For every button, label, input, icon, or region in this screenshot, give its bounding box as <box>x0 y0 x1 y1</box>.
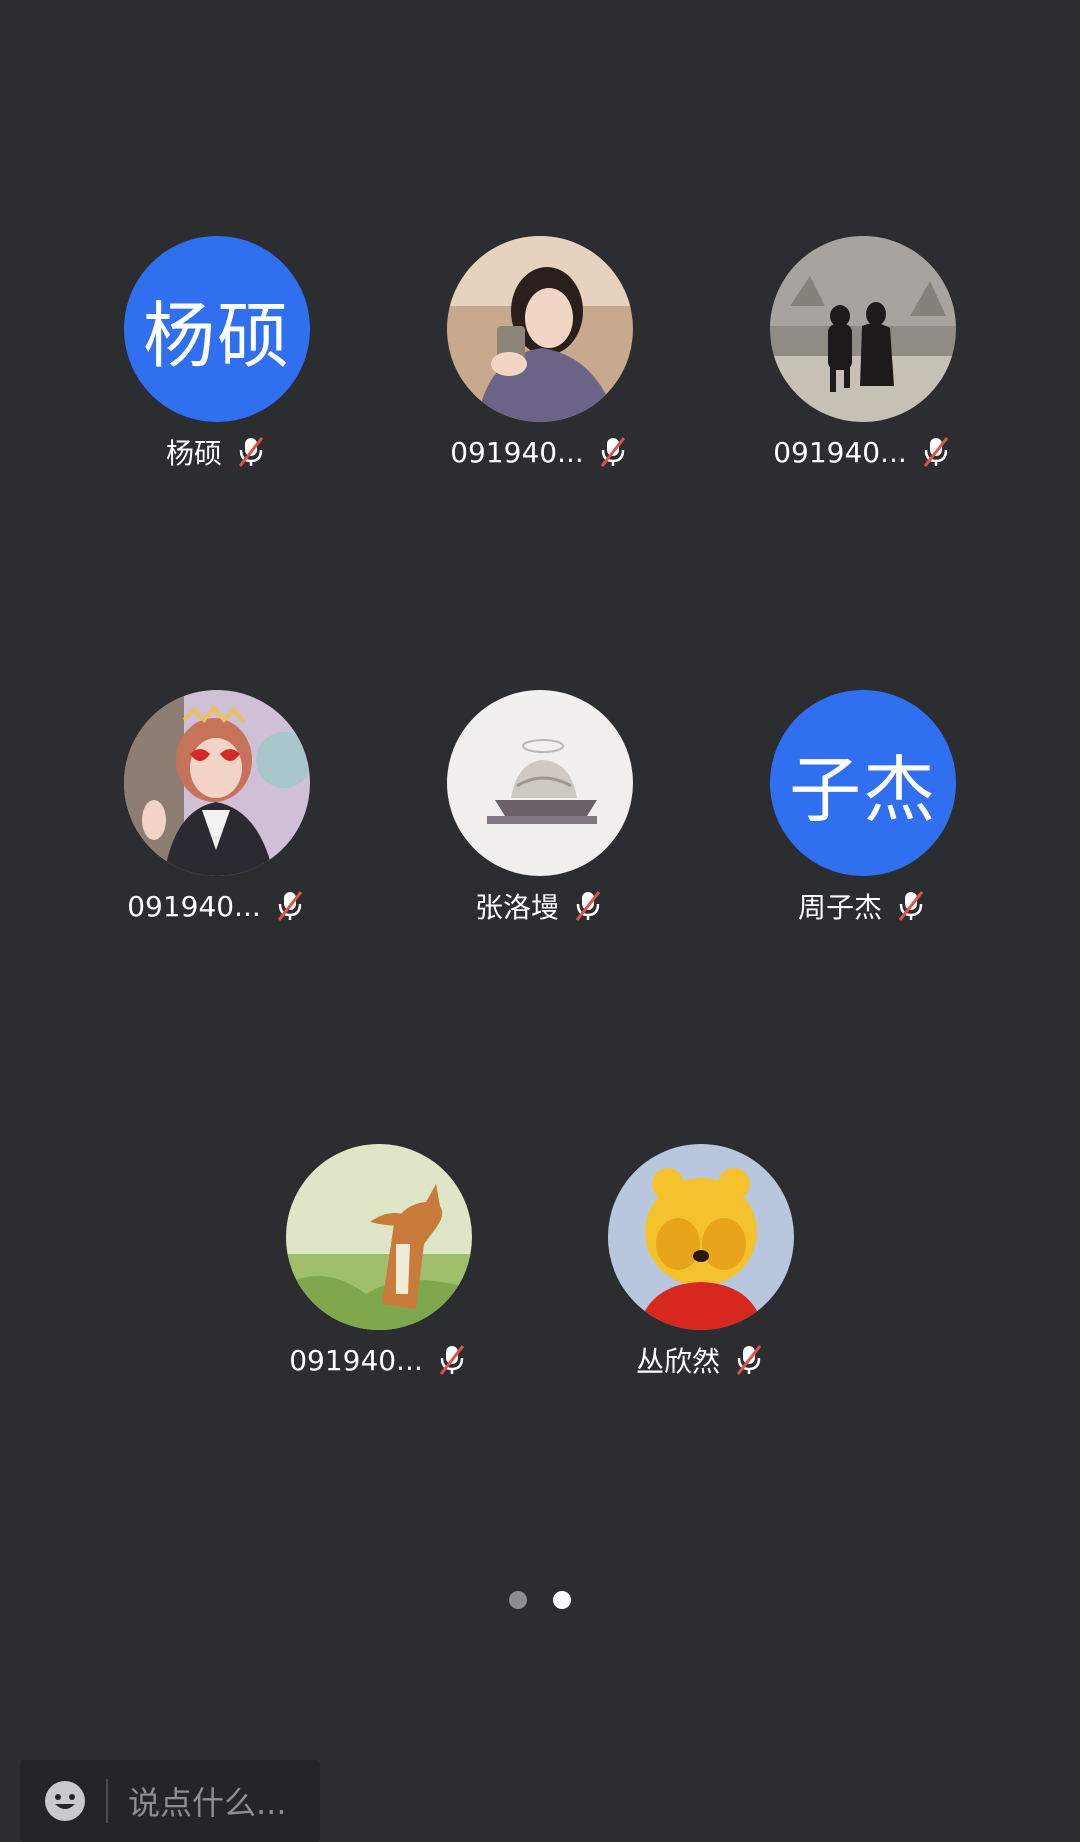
participant-name: 杨硕 <box>165 437 222 470</box>
avatar <box>770 236 956 422</box>
name-row: 杨硕 <box>67 432 367 472</box>
avatar-photo <box>608 1144 794 1330</box>
avatar <box>124 690 310 876</box>
avatar-initials: 子杰 <box>788 747 937 832</box>
mic-muted-icon <box>439 1345 464 1375</box>
participant-name: 张洛墁 <box>474 891 559 924</box>
meeting-screen: 杨硕 杨硕 091940... 091940... 091940... 张洛墁 … <box>0 0 1080 1842</box>
avatar-photo <box>124 690 310 876</box>
avatar <box>608 1144 794 1330</box>
mic-muted-icon <box>277 891 302 921</box>
page-indicator <box>0 1591 1080 1609</box>
name-row: 091940... <box>229 1340 529 1380</box>
avatar-initials: 杨硕 <box>142 293 291 378</box>
name-row: 091940... <box>390 432 690 472</box>
participant-name: 091940... <box>289 1343 423 1377</box>
participant-name: 091940... <box>450 435 584 469</box>
name-row: 周子杰 <box>713 886 1013 926</box>
participant-tile[interactable]: 091940... <box>229 1144 529 1384</box>
name-row: 丛欣然 <box>551 1340 851 1380</box>
participant-name: 091940... <box>127 889 261 923</box>
chat-input-bar[interactable]: 说点什么... <box>20 1760 320 1842</box>
mic-muted-icon <box>923 437 948 467</box>
participant-name: 091940... <box>773 435 907 469</box>
avatar: 子杰 <box>770 690 956 876</box>
participant-tile[interactable]: 杨硕 杨硕 <box>67 236 367 476</box>
avatar-photo <box>770 236 956 422</box>
page-dot[interactable] <box>509 1591 527 1609</box>
avatar <box>286 1144 472 1330</box>
avatar <box>447 236 633 422</box>
participant-tile[interactable]: 091940... <box>67 690 367 930</box>
name-row: 张洛墁 <box>390 886 690 926</box>
avatar-photo <box>447 690 633 876</box>
divider <box>106 1779 108 1823</box>
name-row: 091940... <box>67 886 367 926</box>
emoji-icon[interactable] <box>44 1780 86 1822</box>
avatar <box>447 690 633 876</box>
avatar-photo <box>286 1144 472 1330</box>
page-dot-active[interactable] <box>553 1591 571 1609</box>
participant-tile[interactable]: 张洛墁 <box>390 690 690 930</box>
chat-input[interactable]: 说点什么... <box>128 1778 287 1824</box>
participant-name: 周子杰 <box>797 891 882 924</box>
mic-muted-icon <box>600 437 625 467</box>
participant-tile[interactable]: 丛欣然 <box>551 1144 851 1384</box>
mic-muted-icon <box>898 891 924 921</box>
avatar: 杨硕 <box>124 236 310 422</box>
participant-tile[interactable]: 091940... <box>390 236 690 476</box>
mic-muted-icon <box>736 1345 762 1375</box>
mic-muted-icon <box>238 437 264 467</box>
participant-name: 丛欣然 <box>635 1345 720 1378</box>
participant-tile[interactable]: 091940... <box>713 236 1013 476</box>
avatar-photo <box>447 236 633 422</box>
participant-tile[interactable]: 子杰 周子杰 <box>713 690 1013 930</box>
mic-muted-icon <box>575 891 601 921</box>
name-row: 091940... <box>713 432 1013 472</box>
